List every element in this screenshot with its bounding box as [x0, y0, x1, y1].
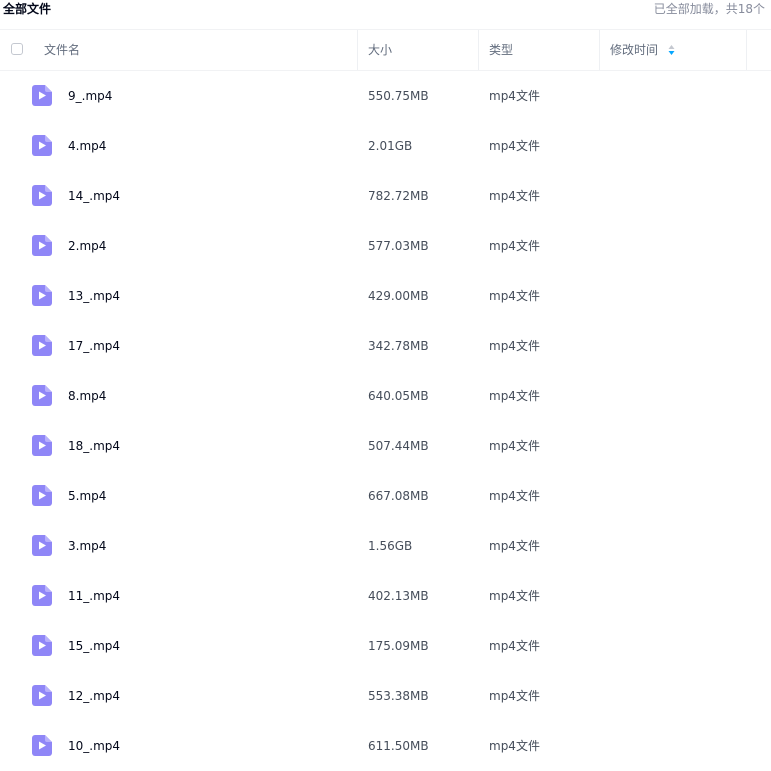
- file-size: 553.38MB: [368, 689, 429, 703]
- file-size: 611.50MB: [368, 739, 429, 753]
- file-row[interactable]: 15_.mp4 175.09MB mp4文件: [0, 621, 771, 671]
- video-file-icon: [32, 535, 52, 556]
- file-row[interactable]: 13_.mp4 429.00MB mp4文件: [0, 271, 771, 321]
- file-list: 9_.mp4 550.75MB mp4文件 4.mp4 2.01GB mp4文件…: [0, 71, 771, 771]
- file-row[interactable]: 2.mp4 577.03MB mp4文件: [0, 221, 771, 271]
- file-size: 550.75MB: [368, 89, 429, 103]
- file-name[interactable]: 17_.mp4: [68, 321, 120, 371]
- file-row[interactable]: 5.mp4 667.08MB mp4文件: [0, 471, 771, 521]
- column-header-name[interactable]: 文件名: [44, 30, 80, 70]
- file-size: 577.03MB: [368, 239, 429, 253]
- file-name[interactable]: 2.mp4: [68, 221, 106, 271]
- video-file-icon: [32, 335, 52, 356]
- file-size: 2.01GB: [368, 139, 413, 153]
- video-file-icon: [32, 235, 52, 256]
- video-file-icon: [32, 135, 52, 156]
- file-size: 175.09MB: [368, 639, 429, 653]
- file-name[interactable]: 9_.mp4: [68, 71, 112, 121]
- file-row[interactable]: 14_.mp4 782.72MB mp4文件: [0, 171, 771, 221]
- video-file-icon: [32, 485, 52, 506]
- video-file-icon: [32, 385, 52, 406]
- file-size: 507.44MB: [368, 439, 429, 453]
- column-divider: [478, 30, 479, 70]
- file-row[interactable]: 11_.mp4 402.13MB mp4文件: [0, 571, 771, 621]
- file-row[interactable]: 9_.mp4 550.75MB mp4文件: [0, 71, 771, 121]
- video-file-icon: [32, 685, 52, 706]
- file-type: mp4文件: [489, 589, 540, 603]
- file-type: mp4文件: [489, 389, 540, 403]
- file-type: mp4文件: [489, 339, 540, 353]
- file-type: mp4文件: [489, 439, 540, 453]
- file-row[interactable]: 8.mp4 640.05MB mp4文件: [0, 371, 771, 421]
- file-row[interactable]: 4.mp4 2.01GB mp4文件: [0, 121, 771, 171]
- video-file-icon: [32, 735, 52, 756]
- file-type: mp4文件: [489, 239, 540, 253]
- column-header-size[interactable]: 大小: [368, 30, 392, 70]
- file-name[interactable]: 4.mp4: [68, 121, 106, 171]
- file-size: 1.56GB: [368, 539, 413, 553]
- file-size: 667.08MB: [368, 489, 429, 503]
- table-header: 文件名 大小 类型 修改时间: [0, 29, 771, 71]
- file-size: 640.05MB: [368, 389, 429, 403]
- file-name[interactable]: 14_.mp4: [68, 171, 120, 221]
- file-type: mp4文件: [489, 139, 540, 153]
- file-name[interactable]: 8.mp4: [68, 371, 106, 421]
- column-header-modified[interactable]: 修改时间: [610, 30, 658, 70]
- column-divider: [599, 30, 600, 70]
- file-type: mp4文件: [489, 639, 540, 653]
- file-type: mp4文件: [489, 189, 540, 203]
- video-file-icon: [32, 435, 52, 456]
- top-bar: 全部文件 已全部加载，共18个: [0, 0, 771, 21]
- file-size: 782.72MB: [368, 189, 429, 203]
- column-divider: [357, 30, 358, 70]
- video-file-icon: [32, 585, 52, 606]
- file-size: 429.00MB: [368, 289, 429, 303]
- file-row[interactable]: 18_.mp4 507.44MB mp4文件: [0, 421, 771, 471]
- select-all-checkbox[interactable]: [11, 43, 23, 55]
- file-type: mp4文件: [489, 89, 540, 103]
- file-type: mp4文件: [489, 489, 540, 503]
- file-size: 402.13MB: [368, 589, 429, 603]
- breadcrumb-all-files[interactable]: 全部文件: [3, 1, 51, 18]
- file-name[interactable]: 5.mp4: [68, 471, 106, 521]
- file-name[interactable]: 3.mp4: [68, 521, 106, 571]
- file-name[interactable]: 15_.mp4: [68, 621, 120, 671]
- video-file-icon: [32, 185, 52, 206]
- file-type: mp4文件: [489, 689, 540, 703]
- video-file-icon: [32, 85, 52, 106]
- file-name[interactable]: 11_.mp4: [68, 571, 120, 621]
- file-row[interactable]: 10_.mp4 611.50MB mp4文件: [0, 721, 771, 771]
- file-name[interactable]: 13_.mp4: [68, 271, 120, 321]
- column-divider: [746, 30, 747, 70]
- video-file-icon: [32, 285, 52, 306]
- file-name[interactable]: 12_.mp4: [68, 671, 120, 721]
- file-type: mp4文件: [489, 739, 540, 753]
- file-name[interactable]: 18_.mp4: [68, 421, 120, 471]
- load-status: 已全部加载，共18个: [653, 2, 765, 16]
- file-row[interactable]: 3.mp4 1.56GB mp4文件: [0, 521, 771, 571]
- file-name[interactable]: 10_.mp4: [68, 721, 120, 771]
- sort-icon[interactable]: [668, 44, 675, 56]
- file-row[interactable]: 12_.mp4 553.38MB mp4文件: [0, 671, 771, 721]
- file-type: mp4文件: [489, 289, 540, 303]
- column-header-type[interactable]: 类型: [489, 30, 513, 70]
- file-size: 342.78MB: [368, 339, 429, 353]
- video-file-icon: [32, 635, 52, 656]
- file-row[interactable]: 17_.mp4 342.78MB mp4文件: [0, 321, 771, 371]
- file-type: mp4文件: [489, 539, 540, 553]
